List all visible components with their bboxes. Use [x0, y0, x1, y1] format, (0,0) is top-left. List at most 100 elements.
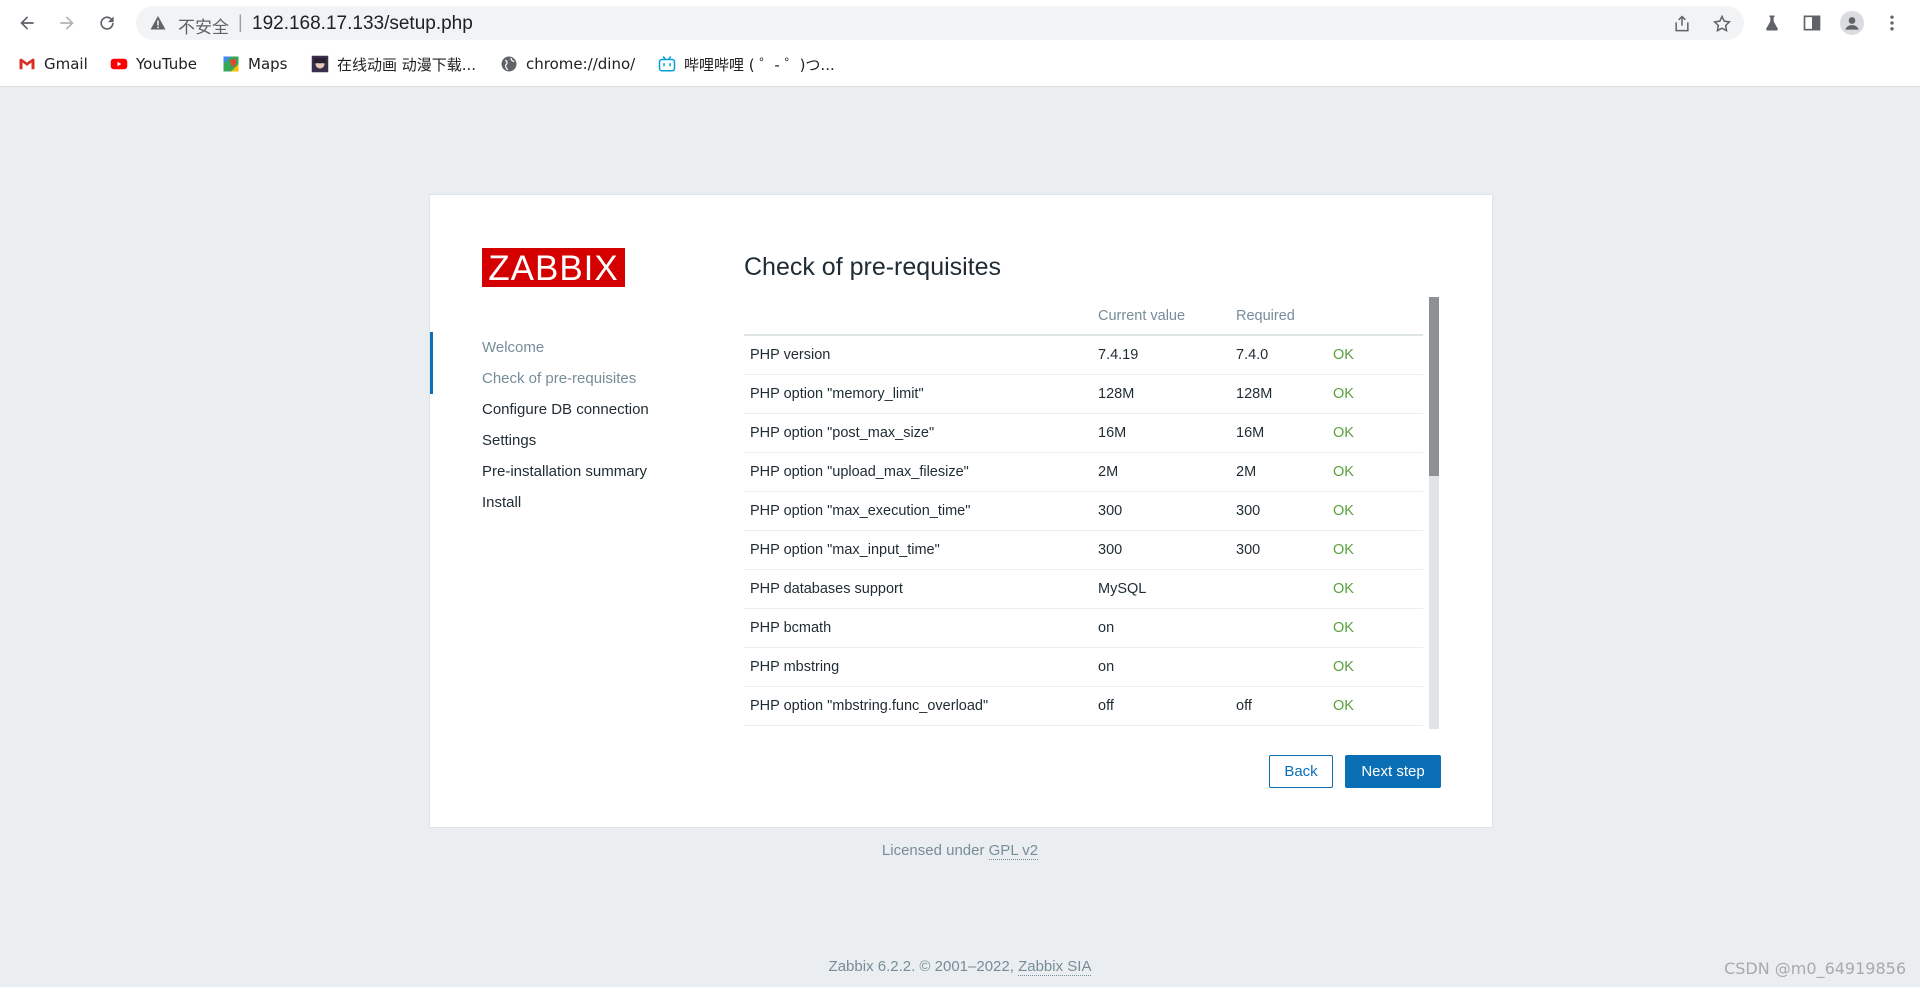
bookmark-anime[interactable]: 在线动画 动漫下载...	[311, 52, 476, 76]
star-icon[interactable]	[1712, 14, 1732, 34]
labs-flask-icon[interactable]	[1760, 11, 1784, 35]
bookmark-maps[interactable]: Maps	[222, 52, 287, 76]
cell-name: PHP mbstring	[744, 647, 1092, 687]
cell-name: PHP version	[744, 335, 1092, 375]
cell-current: 7.4.19	[1092, 335, 1230, 375]
cell-name: PHP option "max_input_time"	[744, 530, 1092, 570]
back-arrow-icon[interactable]	[14, 10, 40, 36]
cell-current: off	[1092, 686, 1230, 726]
cell-required: 7.4.0	[1230, 335, 1327, 375]
table-row: PHP version 7.4.19 7.4.0 OK	[744, 335, 1423, 375]
license-prefix: Licensed under	[881, 842, 989, 859]
cell-required: 300	[1230, 530, 1327, 570]
step-welcome: Welcome	[482, 339, 545, 356]
anime-avatar-icon	[311, 55, 329, 73]
csdn-watermark: CSDN @m0_64919856	[1724, 959, 1906, 978]
back-button[interactable]: Back	[1269, 755, 1333, 788]
cell-current: 300	[1092, 491, 1230, 531]
address-bar[interactable]: 不安全 | 192.168.17.133/setup.php	[136, 6, 1744, 40]
bookmarks-bar: Gmail YouTube Maps 在线动画 动漫下载... chrome:/…	[0, 48, 1920, 80]
cell-status: OK	[1327, 569, 1423, 609]
cell-current: on	[1092, 608, 1230, 648]
page-title: Check of pre-requisites	[744, 253, 1002, 281]
cell-required	[1230, 569, 1327, 609]
page-footer: Zabbix 6.2.2. © 2001–2022, Zabbix SIA	[0, 958, 1920, 976]
warning-icon[interactable]	[150, 15, 166, 31]
forward-arrow-icon[interactable]	[54, 10, 80, 36]
cell-current: MySQL	[1092, 569, 1230, 609]
profile-avatar-icon[interactable]	[1840, 11, 1864, 35]
cell-required: off	[1230, 686, 1327, 726]
column-header-name	[744, 297, 1092, 336]
table-row: PHP option "mbstring.func_overload" off of…	[744, 686, 1423, 726]
share-icon[interactable]	[1672, 14, 1692, 34]
bookmark-bilibili[interactable]: 哔哩哔哩 ( ゜- ゜)つ...	[658, 52, 835, 76]
cell-name: PHP option "upload_max_filesize"	[744, 452, 1092, 492]
reload-icon[interactable]	[94, 10, 120, 36]
zabbix-sia-link[interactable]: Zabbix SIA	[1018, 958, 1092, 976]
table-row: PHP option "max_input_time" 300 300 OK	[744, 530, 1423, 570]
bookmark-label: Maps	[248, 55, 288, 73]
column-header-status	[1327, 297, 1423, 336]
bilibili-icon	[658, 56, 676, 72]
bookmark-youtube[interactable]: YouTube	[110, 52, 197, 76]
cell-status: OK	[1327, 608, 1423, 648]
column-header-current: Current value	[1092, 297, 1230, 336]
setup-steps-nav: Welcome Check of pre-requisites Configur…	[430, 332, 680, 518]
gpl-license-link[interactable]: GPL v2	[988, 842, 1039, 860]
menu-kebab-icon[interactable]	[1880, 11, 1904, 35]
cell-name: PHP option "mbstring.func_overload"	[744, 686, 1092, 726]
column-header-required: Required	[1230, 297, 1327, 336]
table-row: PHP option "upload_max_filesize" 2M 2M OK	[744, 452, 1423, 492]
maps-icon	[223, 56, 239, 72]
bookmark-label: 在线动画 动漫下载...	[337, 55, 477, 74]
bookmark-label: 哔哩哔哩 ( ゜- ゜)つ...	[684, 55, 835, 74]
table-row: PHP option "post_max_size" 16M 16M OK	[744, 413, 1423, 453]
url-separator: |	[238, 12, 243, 32]
cell-current: 2M	[1092, 452, 1230, 492]
table-scrollbar-thumb[interactable]	[1429, 297, 1439, 476]
cell-status: OK	[1327, 335, 1423, 375]
footer-copyright: Zabbix 6.2.2. © 2001–2022,	[828, 958, 1019, 975]
globe-icon	[501, 56, 517, 72]
cell-status: OK	[1327, 374, 1423, 414]
cell-status: OK	[1327, 686, 1423, 726]
url-text[interactable]: 192.168.17.133/setup.php	[252, 13, 473, 35]
bookmark-gmail[interactable]: Gmail	[18, 52, 88, 76]
table-row: PHP databases support MySQL OK	[744, 569, 1423, 609]
side-panel-icon[interactable]	[1800, 11, 1824, 35]
step-install: Install	[482, 494, 522, 511]
step-pre-installation-summary: Pre-installation summary	[482, 463, 648, 480]
browser-chrome: 不安全 | 192.168.17.133/setup.php Gmail You…	[0, 0, 1920, 87]
browser-toolbar: 不安全 | 192.168.17.133/setup.php	[0, 0, 1920, 46]
next-step-button[interactable]: Next step	[1345, 755, 1441, 788]
cell-name: PHP option "max_execution_time"	[744, 491, 1092, 531]
table-row: PHP option "memory_limit" 128M 128M OK	[744, 374, 1423, 414]
cell-name: PHP option "post_max_size"	[744, 413, 1092, 453]
bookmark-label: YouTube	[136, 55, 197, 73]
prerequisites-table: Current value Required PHP version 7.4.19…	[744, 297, 1423, 726]
cell-required: 2M	[1230, 452, 1327, 492]
cell-required: 128M	[1230, 374, 1327, 414]
bookmark-label: chrome://dino/	[526, 55, 636, 73]
cell-name: PHP bcmath	[744, 608, 1092, 648]
cell-status: OK	[1327, 491, 1423, 531]
bookmark-label: Gmail	[44, 55, 88, 73]
gmail-icon	[19, 58, 35, 70]
step-settings: Settings	[482, 432, 537, 449]
cell-status: OK	[1327, 452, 1423, 492]
cell-status: OK	[1327, 530, 1423, 570]
table-row: PHP mbstring on OK	[744, 647, 1423, 687]
prerequisites-table-scroll[interactable]: Current value Required PHP version 7.4.19…	[744, 297, 1423, 733]
zabbix-logo: ZABBIX	[482, 248, 625, 288]
cell-required	[1230, 608, 1327, 648]
security-label[interactable]: 不安全	[178, 13, 229, 38]
bookmark-dino[interactable]: chrome://dino/	[500, 52, 635, 76]
cell-current: 128M	[1092, 374, 1230, 414]
step-configure-db: Configure DB connection	[482, 401, 649, 418]
license-note: Licensed under GPL v2	[0, 842, 1920, 860]
cell-status: OK	[1327, 413, 1423, 453]
cell-name: PHP option "memory_limit"	[744, 374, 1092, 414]
setup-card: ZABBIX Welcome Check of pre-requisites C…	[429, 194, 1493, 828]
table-row: PHP option "max_execution_time" 300 300 OK	[744, 491, 1423, 531]
